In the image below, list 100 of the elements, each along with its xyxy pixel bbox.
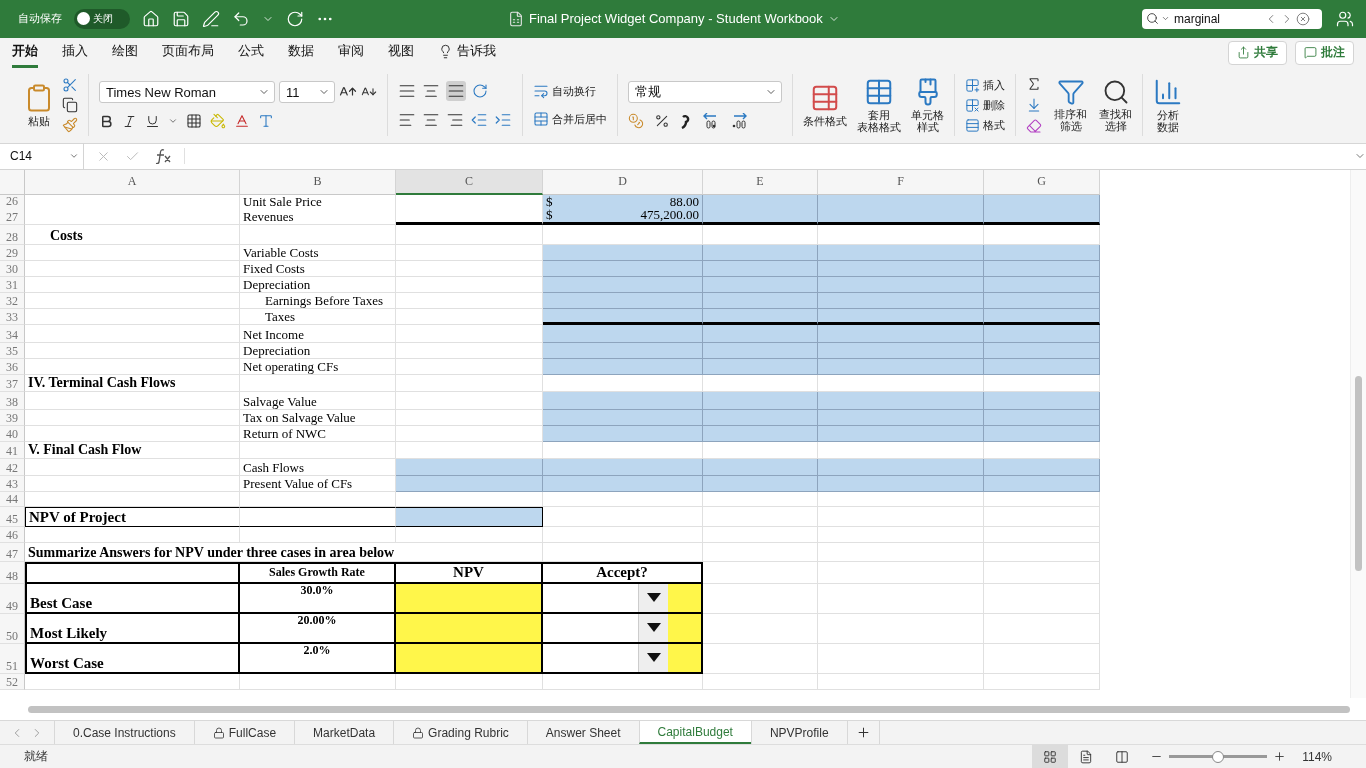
currency-symbol: $ — [546, 208, 553, 222]
lock-icon — [212, 726, 225, 739]
underline-icon[interactable] — [145, 113, 160, 129]
column-header[interactable]: A — [25, 169, 240, 195]
table-cell: NPV of Project — [25, 506, 240, 527]
font-name-dropdown[interactable]: Times New Roman — [99, 81, 275, 104]
conditional-format-button[interactable]: 条件格式 — [803, 83, 847, 128]
ribbon-tab[interactable]: 告诉我 — [438, 37, 496, 68]
borders-icon[interactable] — [186, 113, 202, 130]
comments-button[interactable]: 批注 — [1295, 40, 1354, 65]
ribbon-tab[interactable]: 视图 — [388, 37, 414, 68]
column-header[interactable]: E — [703, 169, 818, 195]
row-number[interactable]: 49 — [0, 583, 25, 614]
cell-value: 475,200.00 — [640, 208, 699, 222]
search-field[interactable]: marginal — [1142, 8, 1322, 29]
function-icon[interactable] — [154, 148, 172, 165]
insert-button[interactable]: 插入 — [965, 77, 1005, 93]
dropdown-field[interactable] — [543, 613, 668, 642]
wrap-text-button[interactable]: 自动换行 — [533, 83, 596, 100]
number-format-dropdown[interactable]: 常规 — [628, 81, 782, 104]
share-button[interactable]: 共享 — [1228, 40, 1287, 65]
window-title: Final Project Widget Company - Student Workbook — [529, 11, 823, 27]
home-icon[interactable] — [142, 9, 160, 28]
table-cell: 2.0% — [240, 643, 396, 674]
ribbon-tab[interactable]: 审阅 — [338, 37, 364, 68]
table-cell: 20.00% — [240, 613, 396, 644]
plus-icon — [855, 725, 871, 741]
orientation-icon[interactable] — [472, 83, 488, 100]
column-header[interactable]: C — [396, 169, 543, 195]
comma-style-icon[interactable] — [680, 113, 690, 130]
page-layout-icon[interactable] — [1079, 749, 1094, 764]
redo-icon[interactable] — [286, 9, 304, 28]
name-box[interactable]: C14 — [0, 143, 84, 170]
find-select-button[interactable]: 查找和 选择 — [1099, 78, 1132, 133]
fill-color-icon[interactable] — [210, 113, 226, 130]
caret-icon — [646, 593, 661, 603]
view-button[interactable] — [1032, 744, 1069, 768]
cell-styles-button[interactable]: 单元格 样式 — [911, 77, 944, 134]
undo-icon[interactable] — [232, 9, 250, 28]
sum-icon[interactable] — [1026, 76, 1042, 93]
row-number[interactable]: 45 — [0, 506, 25, 527]
search-text: marginal — [1173, 11, 1222, 26]
lightbulb-icon — [438, 43, 453, 59]
dropdown-field[interactable] — [543, 583, 668, 612]
dropdown-button[interactable] — [638, 613, 668, 642]
format-cells-icon — [965, 117, 980, 133]
cut-icon[interactable] — [62, 77, 78, 94]
wrap-text-icon — [533, 83, 549, 100]
dropdown-field[interactable] — [543, 643, 668, 672]
normal-view-icon[interactable] — [1043, 749, 1058, 764]
column-header[interactable]: B — [240, 169, 396, 195]
save-as-icon[interactable] — [202, 9, 220, 28]
text-style-icon[interactable] — [258, 113, 274, 130]
slider-thumb[interactable] — [1212, 750, 1225, 763]
paste-button[interactable]: 粘贴 — [24, 83, 54, 128]
ribbon-tab[interactable]: 数据 — [288, 37, 314, 68]
column-header[interactable]: G — [984, 169, 1100, 195]
zoom-level: 114% — [1302, 749, 1332, 764]
font-size-dropdown[interactable]: 11 — [279, 81, 335, 104]
row-number[interactable]: 48 — [0, 561, 25, 584]
percent-icon[interactable] — [654, 113, 670, 130]
vertical-scrollbar[interactable] — [1350, 169, 1366, 699]
delete-button[interactable]: 删除 — [965, 97, 1005, 113]
bold-icon[interactable] — [99, 113, 114, 129]
ribbon-tab[interactable]: 绘图 — [112, 37, 138, 68]
column-header[interactable]: D — [543, 169, 703, 195]
people-icon[interactable] — [1336, 9, 1354, 28]
dropdown-button[interactable] — [638, 583, 668, 612]
sheet-tab[interactable]: CapitalBudget — [638, 721, 751, 744]
eraser-icon[interactable] — [1026, 118, 1042, 135]
caret-icon — [646, 653, 661, 663]
delete-cells-icon — [965, 97, 980, 113]
ribbon-tab[interactable]: 页面布局 — [162, 37, 214, 68]
table-cell: 30.0% — [240, 583, 396, 614]
clear-icon[interactable] — [1296, 11, 1310, 26]
search-icon[interactable] — [1146, 12, 1159, 26]
save-icon[interactable] — [172, 9, 190, 28]
fill-icon[interactable] — [1026, 97, 1042, 114]
autosave-toggle[interactable]: 关闭 — [74, 8, 130, 29]
sort-filter-button[interactable]: 排序和 筛选 — [1054, 78, 1087, 133]
row-number[interactable]: 50 — [0, 613, 25, 644]
row-number[interactable]: 28 — [0, 224, 25, 245]
analyze-data-button[interactable]: 分析 数据 — [1153, 77, 1183, 134]
dropdown-button[interactable] — [638, 643, 668, 672]
italic-icon[interactable] — [122, 113, 137, 129]
table-cell: Best Case — [25, 583, 240, 614]
row-number[interactable]: 51 — [0, 643, 25, 674]
table-cell: Sales Growth Rate — [240, 561, 396, 584]
copy-icon[interactable] — [62, 97, 78, 114]
zoom-in-icon[interactable] — [1273, 750, 1287, 763]
table-cell: Accept? — [543, 561, 703, 584]
column-header[interactable]: F — [818, 169, 984, 195]
page-break-icon[interactable] — [1115, 749, 1130, 764]
format-table-button[interactable]: 套用 表格格式 — [857, 77, 901, 134]
format-button[interactable]: 格式 — [965, 117, 1005, 133]
cell-value: 88.00 — [669, 194, 699, 209]
merge-center-button[interactable]: 合并后居中 — [533, 111, 607, 128]
ribbon-tab[interactable]: 插入 — [62, 37, 88, 68]
ribbon-tab[interactable]: 公式 — [238, 37, 264, 68]
font-color-icon[interactable] — [234, 113, 250, 130]
